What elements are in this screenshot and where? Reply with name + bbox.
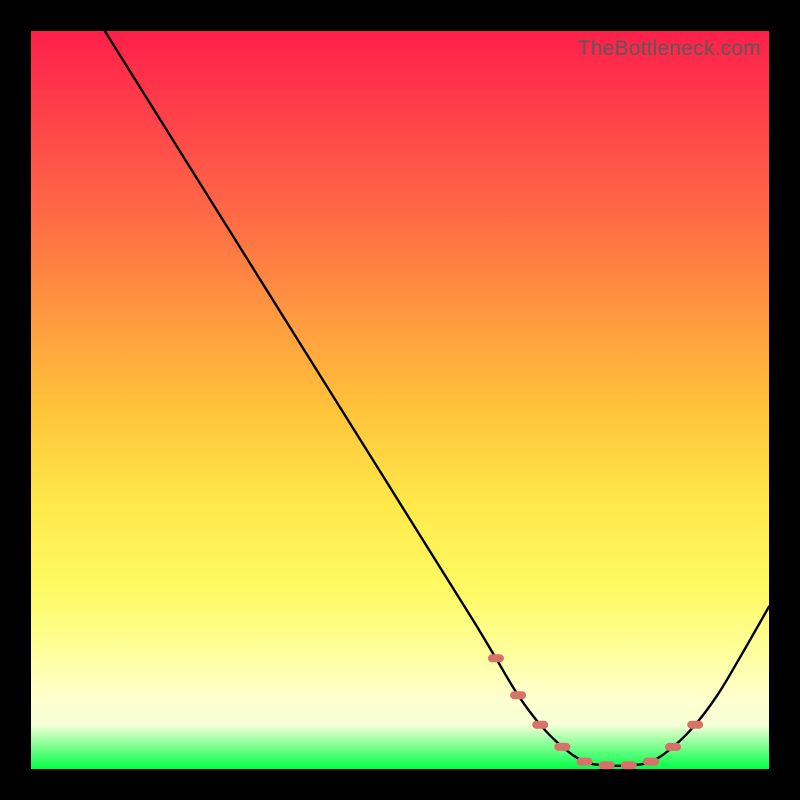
optimal-dot	[643, 758, 659, 766]
optimal-dot	[488, 654, 504, 662]
optimal-dot	[510, 691, 526, 699]
plot-area: TheBottleneck.com	[31, 31, 769, 769]
chart-frame: TheBottleneck.com	[0, 0, 800, 800]
optimal-dot	[621, 761, 637, 769]
optimal-dot	[532, 721, 548, 729]
optimal-dot	[554, 743, 570, 751]
optimal-dot	[665, 743, 681, 751]
bottleneck-curve	[105, 31, 769, 766]
optimal-dot	[687, 721, 703, 729]
optimal-dot	[599, 761, 615, 769]
optimal-dot	[577, 758, 593, 766]
chart-svg	[31, 31, 769, 769]
